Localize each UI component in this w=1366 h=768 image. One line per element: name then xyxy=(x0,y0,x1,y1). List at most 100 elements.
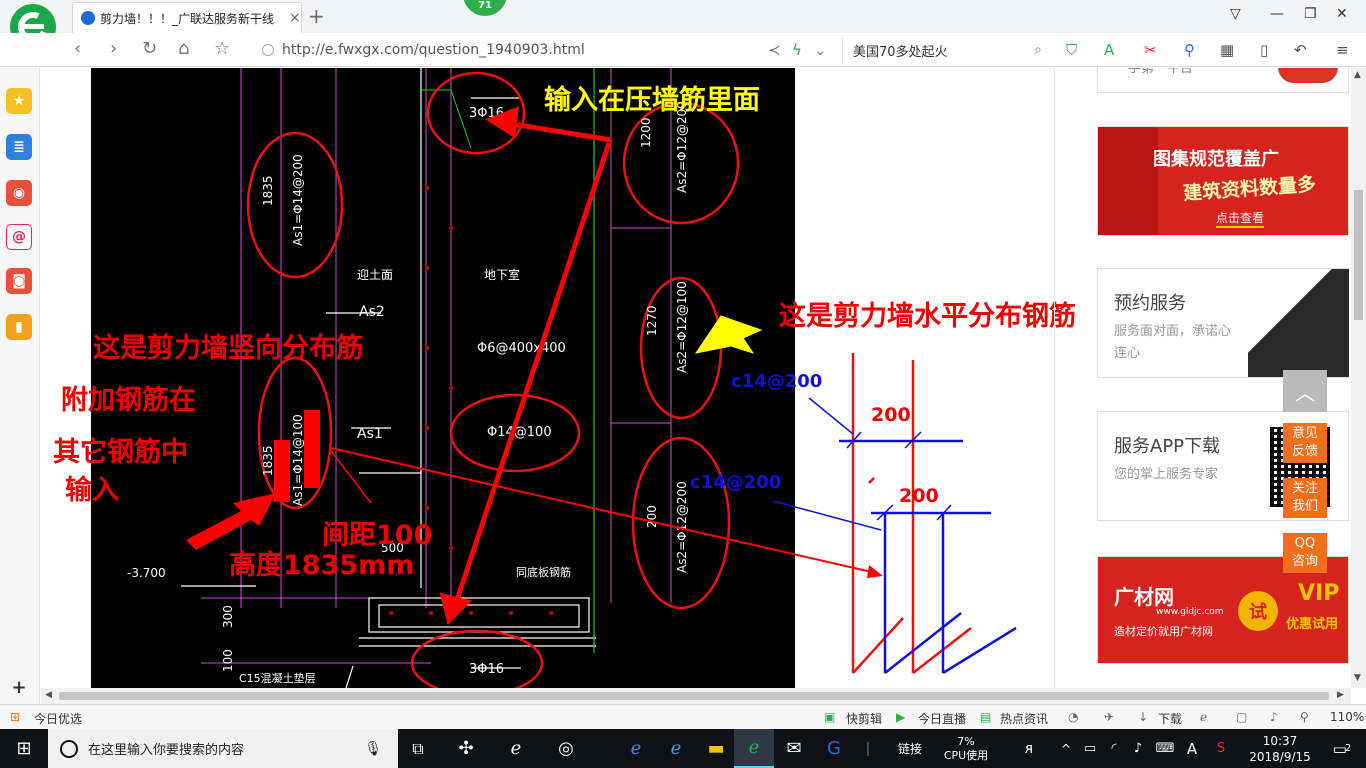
file-explorer-icon[interactable]: ▬ xyxy=(696,729,736,768)
back-to-top-button[interactable]: ︿ xyxy=(1283,370,1327,412)
tab-close-icon[interactable]: × xyxy=(289,10,301,26)
task-view-icon[interactable]: ⧉ xyxy=(400,729,436,768)
gift-icon[interactable]: ⊞ xyxy=(10,710,20,724)
skin-icon[interactable]: ▽ xyxy=(1230,6,1241,22)
speed-icon[interactable]: ◔ xyxy=(1068,710,1078,724)
chevron-down-icon[interactable]: ⌄ xyxy=(814,41,827,59)
mail-icon[interactable]: ✉ xyxy=(774,729,814,768)
taskbar-search-input[interactable]: 在这里输入你要搜索的内容 xyxy=(88,739,364,758)
annotation-200-top: 200 xyxy=(871,404,911,426)
email-icon[interactable]: @ xyxy=(6,224,32,250)
ie-icon[interactable]: ℯ xyxy=(656,729,696,768)
weibo-icon[interactable]: ◉ xyxy=(6,180,32,206)
clock[interactable]: 10:37 2018/9/15 xyxy=(1240,729,1320,768)
microphone-icon[interactable]: 🎙 xyxy=(364,741,382,757)
notification-badge[interactable]: 71 xyxy=(463,0,507,16)
scroll-left-icon[interactable]: ◀ xyxy=(45,690,52,700)
back-icon[interactable]: ‹ xyxy=(74,38,81,59)
fan-app-icon[interactable]: ✣ xyxy=(446,729,486,768)
close-window-icon[interactable]: ✕ xyxy=(1336,6,1348,22)
volume-icon[interactable]: ♪ xyxy=(1270,710,1278,724)
qq-consult-button[interactable]: QQ咨询 xyxy=(1283,533,1327,573)
annotation-extra-3: 输入 xyxy=(65,475,119,506)
search-input[interactable]: 美国70多处起火 xyxy=(853,41,1034,60)
lightning-icon[interactable]: ϟ xyxy=(792,41,802,59)
vertical-scrollbar[interactable]: ▲ ▼ xyxy=(1351,68,1366,688)
status-zoom[interactable]: 110% xyxy=(1330,710,1364,724)
windows-start-icon[interactable]: ⊞ xyxy=(0,729,48,768)
taskbar-search[interactable]: 在这里输入你要搜索的内容 🎙 xyxy=(48,729,398,768)
taskbar: ⊞ 在这里输入你要搜索的内容 🎙 ⧉ ✣ ℯ ◎ ℯ ℯ ▬ ℯ ✉ G │ 链… xyxy=(0,729,1366,768)
search-box[interactable]: 美国70多处起火 ⌕ xyxy=(842,37,1042,63)
game-icon[interactable]: ◙ xyxy=(6,268,32,294)
add-sidebar-icon[interactable]: + xyxy=(6,674,32,700)
edge-browser-icon[interactable]: ℯ xyxy=(616,729,656,768)
sogou-icon[interactable]: S xyxy=(1210,729,1232,768)
search-icon[interactable]: ⌕ xyxy=(1034,42,1042,58)
people-icon[interactable]: ᴙ xyxy=(1018,729,1040,768)
browser-taskbar-icon[interactable]: ℯ xyxy=(734,729,774,768)
speaker-icon[interactable]: ♪ xyxy=(1128,729,1148,768)
share-icon[interactable]: ≺ xyxy=(768,41,781,59)
download-icon: ↓ xyxy=(1138,710,1149,724)
menu-icon[interactable]: ≡ xyxy=(1336,41,1349,59)
horizontal-scrollbar[interactable]: ◀ ▶ xyxy=(41,688,1351,704)
favorites-star-icon[interactable]: ★ xyxy=(6,88,32,114)
apps-grid-icon[interactable]: ▦ xyxy=(1220,41,1234,59)
action-center-icon[interactable]: ▭ 2 xyxy=(1322,729,1362,768)
site-favicon-icon xyxy=(81,11,95,25)
tab-active[interactable]: 剪力墙！！！_广联达服务新干线 × xyxy=(72,2,302,33)
vertical-scroll-thumb[interactable] xyxy=(1354,190,1363,320)
status-live[interactable]: 今日直播 xyxy=(918,710,966,727)
scroll-up-icon[interactable]: ▲ xyxy=(1354,70,1361,80)
app-spiral-icon[interactable]: ◎ xyxy=(546,729,586,768)
shield-icon[interactable]: ⛉ xyxy=(1066,41,1077,59)
show-hidden-icon[interactable]: ^ xyxy=(1058,729,1074,768)
translate-icon[interactable]: A xyxy=(1104,41,1114,59)
battery-icon[interactable]: ▭ xyxy=(1080,729,1100,768)
edge-icon[interactable]: ℯ xyxy=(496,729,536,768)
notebook-icon[interactable]: ▮ xyxy=(6,314,32,340)
ime-indicator[interactable]: A xyxy=(1182,729,1202,768)
taskbar-divider: │ xyxy=(864,741,872,756)
magnifier-icon[interactable]: ⚲ xyxy=(1184,41,1195,59)
reading-list-icon[interactable]: ≣ xyxy=(6,134,32,160)
glodon-icon[interactable]: G xyxy=(814,729,854,768)
scroll-right-icon[interactable]: ▶ xyxy=(1337,690,1344,700)
taskbar-link[interactable]: 链接 xyxy=(890,729,930,768)
status-kuaijianji[interactable]: 快剪辑 xyxy=(846,710,882,727)
pin-icon[interactable]: ✈ xyxy=(1104,710,1114,724)
favorite-star-icon[interactable]: ☆ xyxy=(214,38,230,59)
banner-atlas[interactable]: 图集规范覆盖广 建筑资料数量多 点击查看 xyxy=(1097,126,1349,236)
window-icon[interactable]: ▢ xyxy=(1236,710,1247,724)
card-appointment[interactable]: 预约服务 服务面对面，承诺心连心 xyxy=(1097,268,1349,378)
banner1-line2: 建筑资料数量多 xyxy=(1182,173,1317,205)
globe-icon xyxy=(262,44,274,56)
new-tab-button[interactable]: + xyxy=(308,4,325,28)
minimize-icon[interactable]: — xyxy=(1270,6,1284,22)
address-url: http://e.fwxgx.com/question_1940903.html xyxy=(282,42,585,58)
ie-mode-icon[interactable]: ℯ xyxy=(1200,710,1207,724)
refresh-icon[interactable]: ↻ xyxy=(142,38,157,59)
wifi-icon[interactable]: ◜ xyxy=(1104,729,1124,768)
undo-icon[interactable]: ↶ xyxy=(1294,41,1307,59)
annotation-input-press-wall: 输入在压墙筋里面 xyxy=(544,85,760,116)
mobile-icon[interactable]: ▯ xyxy=(1260,41,1268,59)
horizontal-scroll-thumb[interactable] xyxy=(59,692,1329,700)
feedback-button[interactable]: 意见反馈 xyxy=(1283,423,1327,463)
restore-icon[interactable]: ❐ xyxy=(1304,6,1317,22)
cpu-usage[interactable]: 7% CPU使用 xyxy=(936,729,996,768)
status-download[interactable]: 下载 xyxy=(1158,710,1182,727)
follow-button[interactable]: 关注我们 xyxy=(1283,478,1327,518)
address-bar[interactable]: http://e.fwxgx.com/question_1940903.html xyxy=(262,37,840,63)
keyboard-icon[interactable]: ⌨ xyxy=(1152,729,1178,768)
card-top-partial[interactable]: 手第一平台 xyxy=(1097,68,1349,93)
forward-icon[interactable]: › xyxy=(110,38,117,59)
status-news[interactable]: 热点资讯 xyxy=(1000,710,1048,727)
zoom-icon[interactable]: ⚲ xyxy=(1300,710,1309,724)
status-today-picks[interactable]: 今日优选 xyxy=(34,710,82,727)
scissors-icon[interactable]: ✂ xyxy=(1144,41,1157,59)
home-icon[interactable]: ⌂ xyxy=(178,38,189,59)
banner1-button[interactable]: 点击查看 xyxy=(1216,209,1265,228)
scroll-down-icon[interactable]: ▼ xyxy=(1354,673,1361,683)
